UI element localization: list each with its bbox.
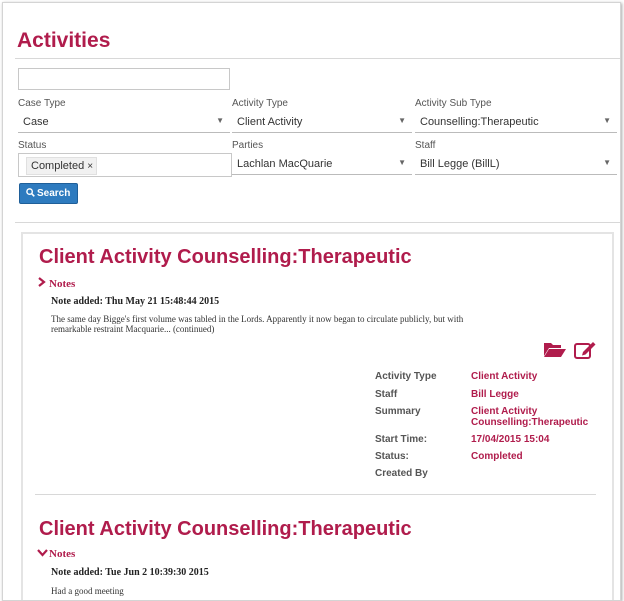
- notes-label: Notes: [49, 548, 76, 560]
- activity-sub-type-label: Activity Sub Type: [415, 98, 492, 109]
- record-actions: [543, 340, 597, 360]
- chevron-down-icon: ▼: [603, 158, 611, 167]
- notes-toggle[interactable]: Notes: [37, 548, 75, 560]
- detail-summary-value: Client Activity Counselling:Therapeutic: [471, 406, 589, 428]
- activities-panel: Activities Case Type Case ▼ Activity Typ…: [2, 2, 621, 601]
- staff-value: Bill Legge (BillL): [420, 158, 500, 170]
- chevron-down-icon: ▼: [398, 116, 406, 125]
- activity-type-select[interactable]: Client Activity ▼: [232, 111, 412, 133]
- activity-sub-type-value: Counselling:Therapeutic: [420, 116, 539, 128]
- case-type-value: Case: [23, 116, 49, 128]
- search-icon: [26, 188, 35, 197]
- chevron-down-icon: ▼: [603, 116, 611, 125]
- parties-select[interactable]: Lachlan MacQuarie ▼: [232, 153, 412, 175]
- detail-staff-value: Bill Legge: [471, 389, 519, 400]
- detail-activity-type-label: Activity Type: [375, 371, 437, 382]
- remove-tag-icon[interactable]: ×: [87, 161, 93, 172]
- activity-title[interactable]: Client Activity Counselling:Therapeutic: [39, 518, 412, 541]
- activity-type-label: Activity Type: [232, 98, 288, 109]
- search-input[interactable]: [18, 68, 230, 90]
- chevron-down-icon: [37, 548, 49, 560]
- chevron-down-icon: ▼: [398, 158, 406, 167]
- parties-label: Parties: [232, 140, 264, 151]
- activity-sub-type-select[interactable]: Counselling:Therapeutic ▼: [415, 111, 617, 133]
- case-type-label: Case Type: [18, 98, 66, 109]
- note-added: Note added: Thu May 21 15:48:44 2015: [51, 296, 220, 307]
- activity-type-value: Client Activity: [237, 116, 303, 128]
- status-tag: Completed ×: [26, 157, 98, 175]
- page-title: Activities: [17, 29, 111, 52]
- chevron-right-icon: [37, 277, 49, 290]
- parties-value: Lachlan MacQuarie: [237, 158, 333, 170]
- detail-staff-label: Staff: [375, 389, 398, 400]
- folder-open-icon[interactable]: [543, 340, 567, 358]
- staff-label: Staff: [415, 140, 436, 151]
- note-text: The same day Bigge's first volume was ta…: [51, 314, 464, 334]
- divider: [15, 58, 620, 59]
- detail-summary-label: Summary: [375, 406, 421, 417]
- search-button[interactable]: Search: [19, 183, 78, 204]
- case-type-select[interactable]: Case ▼: [18, 111, 230, 133]
- detail-start-time-label: Start Time:: [375, 434, 428, 445]
- results-list: Client Activity Counselling:Therapeutic …: [21, 232, 614, 600]
- divider: [15, 222, 620, 223]
- notes-toggle[interactable]: Notes: [37, 277, 75, 290]
- detail-status-value: Completed: [471, 451, 523, 462]
- status-label: Status: [18, 140, 47, 151]
- activity-title[interactable]: Client Activity Counselling:Therapeutic: [39, 246, 412, 269]
- detail-activity-type-value: Client Activity: [471, 371, 538, 382]
- chevron-down-icon: ▼: [216, 116, 224, 125]
- status-multiselect[interactable]: Completed ×: [18, 153, 232, 177]
- record-divider: [35, 494, 596, 495]
- status-tag-label: Completed: [31, 160, 85, 172]
- note-added: Note added: Tue Jun 2 10:39:30 2015: [51, 567, 209, 578]
- search-button-label: Search: [37, 188, 71, 199]
- detail-status-label: Status:: [375, 451, 409, 462]
- notes-label: Notes: [49, 278, 76, 290]
- edit-icon[interactable]: [573, 340, 597, 360]
- detail-start-time-value: 17/04/2015 15:04: [471, 434, 550, 445]
- staff-select[interactable]: Bill Legge (BillL) ▼: [415, 153, 617, 175]
- detail-created-by-label: Created By: [375, 468, 428, 479]
- note-text: Had a good meeting: [51, 586, 124, 596]
